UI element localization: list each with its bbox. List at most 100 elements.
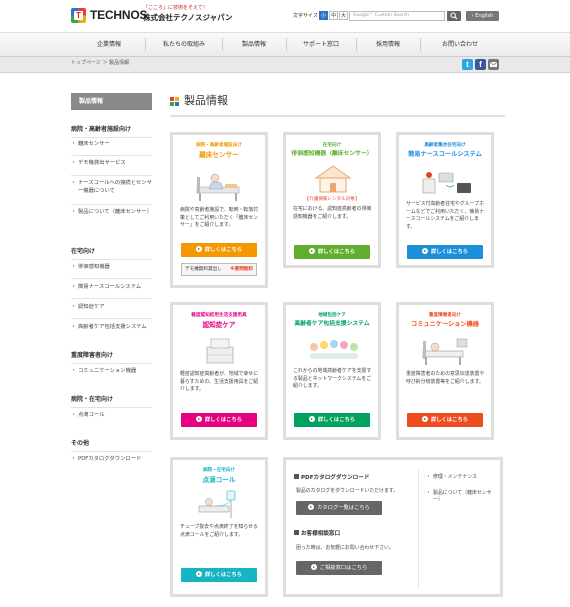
twitter-icon[interactable]: t bbox=[462, 59, 473, 70]
product-card-wander-detector: 在宅向け 徘徊感知機器（離床センサー） 【介護保険レンタル対象】 在宅における、… bbox=[283, 132, 381, 268]
card-title[interactable]: 認知症ケア bbox=[173, 321, 265, 330]
consult-button[interactable]: ご相談窓口はこちら bbox=[296, 561, 382, 575]
sidebar-item-bed-sensor[interactable]: 離床センサー bbox=[71, 141, 152, 148]
logo-text[interactable]: TECHNOS bbox=[90, 8, 147, 23]
nav-recruit[interactable]: 採用情報 bbox=[357, 32, 419, 57]
divider bbox=[71, 363, 152, 364]
divider bbox=[71, 259, 152, 260]
facebook-icon[interactable]: f bbox=[475, 59, 486, 70]
demo-rental-button[interactable]: デモ機無料貸出し ※要問無料 bbox=[181, 263, 257, 276]
logo-mark[interactable]: T bbox=[71, 8, 86, 23]
search-input[interactable]: Google™ Custom Search bbox=[349, 11, 445, 21]
arrow-right-icon bbox=[308, 248, 315, 254]
mail-icon[interactable] bbox=[488, 59, 499, 70]
font-size-small-button[interactable]: 小 bbox=[319, 11, 328, 20]
card-title[interactable]: 高齢者ケア包括支援システム bbox=[286, 321, 378, 329]
card-title[interactable]: コミュニケーション機器 bbox=[399, 321, 491, 329]
dementia-care-illustration bbox=[206, 338, 234, 364]
sidebar-item-demo-rental[interactable]: デモ機貸出サービス bbox=[71, 160, 152, 167]
title-underline bbox=[170, 115, 505, 117]
divider bbox=[71, 155, 152, 156]
divider bbox=[71, 298, 152, 299]
tagline: 「こころ」に技術をそえて！ bbox=[143, 5, 208, 11]
arrow-right-icon bbox=[195, 416, 202, 422]
font-size-medium-button[interactable]: 中 bbox=[329, 11, 338, 20]
nav-company[interactable]: 企業情報 bbox=[75, 32, 143, 57]
card-category: 地域包括ケア bbox=[318, 313, 346, 318]
nav-initiatives[interactable]: 私たちの取組み bbox=[146, 32, 222, 57]
product-card-bed-sensor: 病院・高齢者施設向け 離床センサー 病院や高齢者施設で、転倒・転落対策としてご利… bbox=[170, 132, 268, 288]
consult-description: 困った時は、お気軽にお問い合わせ下さい。 bbox=[296, 545, 394, 551]
divider bbox=[418, 470, 419, 588]
arrow-right-icon bbox=[421, 248, 428, 254]
card-category: 高齢者集合住宅向け bbox=[424, 143, 466, 148]
title-icon bbox=[170, 97, 179, 106]
arrow-right-icon bbox=[195, 246, 202, 252]
sidebar-item-elderly-care-system[interactable]: 高齢者ケア包括支援システム bbox=[71, 324, 152, 331]
sidebar-item-wander-detector[interactable]: 徘徊感知機器 bbox=[71, 264, 152, 271]
nav-support[interactable]: サポート窓口 bbox=[287, 32, 355, 57]
search-icon bbox=[450, 12, 458, 20]
card-title[interactable]: 点滴コール bbox=[173, 476, 265, 485]
details-button[interactable]: 詳しくはこちら bbox=[407, 413, 483, 427]
pdf-description: 製品のカタログをダウンロードいただけます。 bbox=[296, 488, 399, 494]
product-card-drip-call: 病院・在宅向け 点滴コール チューブ抜去や点滴終了を知らせる点滴コールをご紹介し… bbox=[170, 457, 268, 597]
card-description: 重度障害者のための意思伝達装置や呼び鈴分岐装置等をご紹介します。 bbox=[406, 371, 485, 385]
sidebar-item-communication[interactable]: コミュニケーション機器 bbox=[71, 368, 152, 375]
card-title[interactable]: 離床センサー bbox=[173, 151, 265, 160]
details-button[interactable]: 詳しくはこちら bbox=[181, 243, 257, 257]
page-title: 製品情報 bbox=[184, 94, 228, 107]
sidebar-category: その他 bbox=[71, 440, 90, 447]
details-button[interactable]: 詳しくはこちら bbox=[294, 245, 370, 259]
product-card-communication: 重度障害者向け コミュニケーション機器 重度障害者のための意思伝達装置や呼び鈴分… bbox=[396, 302, 494, 440]
divider bbox=[71, 407, 152, 408]
divider bbox=[71, 204, 152, 205]
house-illustration bbox=[314, 165, 352, 193]
sidebar-heading[interactable]: 製品情報 bbox=[71, 93, 152, 110]
breadcrumb[interactable]: トップページ ＞ 製品情報 bbox=[71, 60, 129, 67]
nurse-call-illustration bbox=[422, 172, 471, 194]
bed-sensor-illustration bbox=[196, 173, 240, 201]
card-description: サービス付高齢者住宅やグループホームなどでご利用いただく、簡易ナースコールシステ… bbox=[406, 201, 485, 230]
divider bbox=[71, 137, 152, 138]
english-button[interactable]: › English bbox=[466, 11, 499, 21]
card-category: 重度障害者向け bbox=[428, 313, 462, 318]
details-button[interactable]: 詳しくはこちら bbox=[181, 568, 257, 582]
divider bbox=[71, 318, 152, 319]
details-button[interactable]: 詳しくはこちら bbox=[181, 413, 257, 427]
company-name: 株式会社テクノスジャパン bbox=[143, 13, 233, 22]
card-category: 病院・在宅向け bbox=[202, 468, 236, 473]
card-description: これからの地域高齢者ケアを支援する製品とネットワークシステムをご紹介します。 bbox=[293, 368, 372, 390]
arrow-right-icon bbox=[195, 571, 202, 577]
sidebar-item-simple-nurse-call[interactable]: 簡易ナースコールシステム bbox=[71, 284, 152, 291]
repair-maintenance-link[interactable]: 修理・メンテナンス bbox=[426, 474, 477, 481]
about-sensor-link[interactable]: 製品について（離床センサー） bbox=[426, 490, 496, 505]
product-card-simple-nurse-call: 高齢者集合住宅向け 簡易ナースコールシステム サービス付高齢者住宅やグループホー… bbox=[396, 132, 494, 268]
product-card-dementia-care: 軽度認知症用生活支援用具 認知症ケア 軽度認知症高齢者が、地域で幸せに暮らすため… bbox=[170, 302, 268, 440]
card-description: 軽度認知症高齢者が、地域で幸せに暮らすための、生活支援用具をご紹介します。 bbox=[180, 371, 259, 393]
sidebar-item-dementia-care[interactable]: 認知症ケア bbox=[71, 304, 152, 311]
nav-products[interactable]: 製品情報 bbox=[223, 32, 285, 57]
arrow-right-icon bbox=[308, 504, 314, 510]
font-size-large-button[interactable]: 大 bbox=[339, 11, 348, 20]
card-category: 軽度認知症用生活支援用具 bbox=[191, 313, 247, 318]
search-button[interactable] bbox=[447, 11, 461, 21]
consult-title: お客様相談窓口 bbox=[294, 530, 340, 539]
card-title[interactable]: 徘徊感知機器（離床センサー） bbox=[286, 151, 378, 159]
sidebar-item-about-sensor[interactable]: 製品について（離床センサー） bbox=[71, 209, 152, 217]
divider bbox=[71, 278, 152, 279]
sidebar-item-pdf-catalog[interactable]: PDFカタログダウンロード bbox=[71, 456, 152, 463]
font-size-label: 文字サイズ bbox=[293, 13, 318, 19]
catalog-list-button[interactable]: カタログ一覧はこちら bbox=[296, 501, 382, 515]
pdf-title: PDFカタログダウンロード bbox=[294, 474, 369, 483]
community-illustration bbox=[310, 340, 358, 359]
sidebar-category: 重度障害者向け bbox=[71, 352, 114, 359]
details-button[interactable]: 詳しくはこちら bbox=[294, 413, 370, 427]
nav-contact[interactable]: お問い合わせ bbox=[421, 32, 499, 57]
sidebar-item-drip-call[interactable]: 点滴コール bbox=[71, 412, 152, 419]
card-category: 病院・高齢者施設向け bbox=[196, 143, 242, 148]
card-title[interactable]: 簡易ナースコールシステム bbox=[399, 151, 491, 159]
details-button[interactable]: 詳しくはこちら bbox=[407, 245, 483, 259]
sidebar-item-nurse-call[interactable]: ナースコールへの接続とセンサー機器について bbox=[71, 180, 152, 196]
card-description: 在宅における、認知症高齢者の徘徊感知機器をご紹介します。 bbox=[293, 206, 372, 220]
